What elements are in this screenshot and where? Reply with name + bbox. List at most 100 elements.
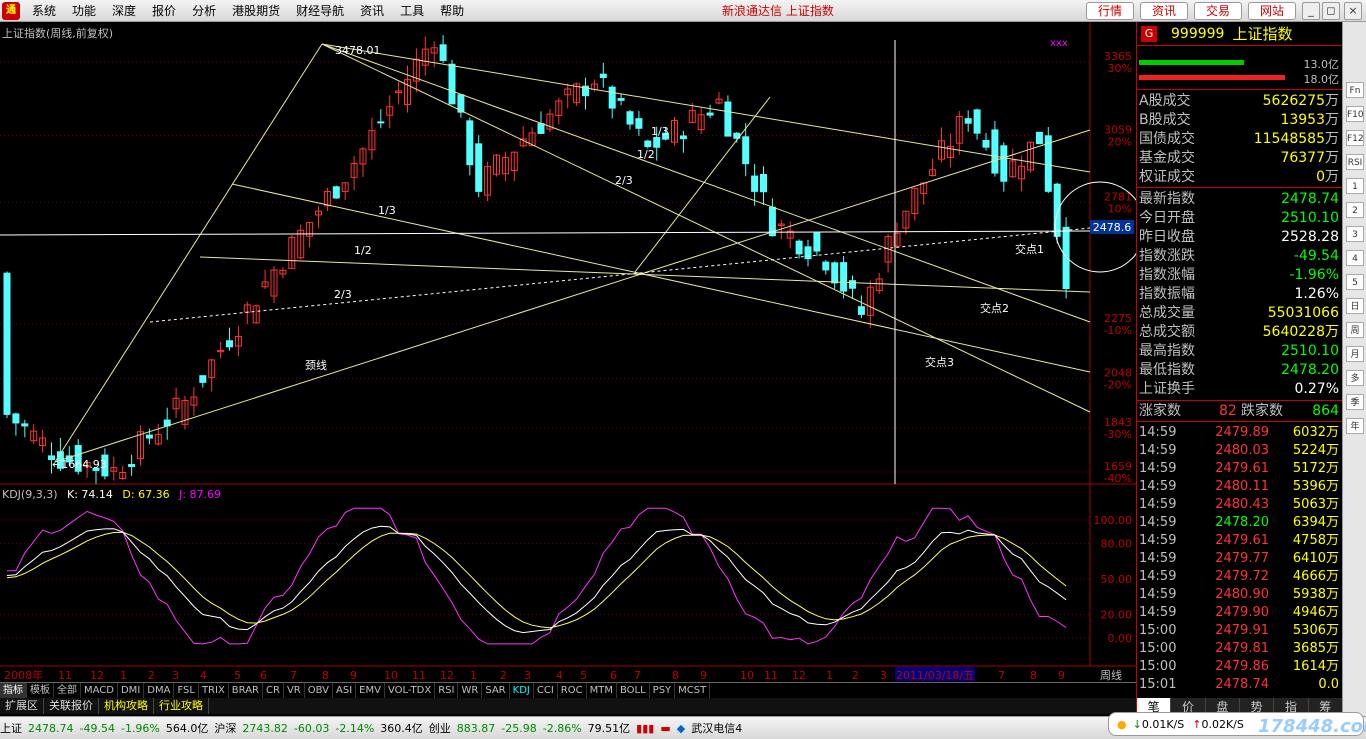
toolbar-button-8[interactable]: 5 [1346,274,1364,290]
toolbar-button-11[interactable]: 月 [1346,346,1364,362]
chart-panel[interactable]: 3365 30% 3059 20% 2781 10% 2275 -10% 2048 -20% 184… [0,22,1136,684]
minimize-icon[interactable]: _ [1302,2,1320,20]
candle-body [760,174,767,193]
kline-chart[interactable]: 336530%305920%278110%2275-10%2048-20%184… [0,22,1136,682]
tick-row[interactable]: 15:00 2479.81 3685万 [1137,640,1343,658]
menu-item-1[interactable]: 功能 [64,0,104,22]
indicator-tab-13[interactable]: EMV [356,683,385,698]
toolbar-button-4[interactable]: 1 [1346,178,1364,194]
indicator-tab-14[interactable]: VOL-TDX [385,683,436,698]
tick-time: 14:59 [1139,515,1177,530]
flag-icon[interactable]: ▬ [660,722,670,735]
indicator-tab-19[interactable]: CCI [534,683,558,698]
toolbar-button-12[interactable]: 多 [1346,370,1364,386]
market-button[interactable]: 行情 [1086,2,1134,20]
row-unit: 万 [1325,169,1339,185]
row-unit: 万 [1325,112,1339,128]
sub-tab-1[interactable]: 关联报价 [44,698,99,714]
tick-price: 2480.11 [1215,479,1269,494]
tick-row[interactable]: 14:59 2479.90 4946万 [1137,604,1343,622]
indicator-tab-8[interactable]: BRAR [229,683,263,698]
toolbar-button-14[interactable]: 年 [1346,418,1364,434]
toolbar-button-1[interactable]: F10 [1346,106,1364,122]
menu-item-7[interactable]: 资讯 [352,0,392,22]
tick-row[interactable]: 14:59 2479.77 6410万 [1137,550,1343,568]
tick-row[interactable]: 14:59 2480.03 5224万 [1137,442,1343,460]
indicator-tab-9[interactable]: CR [263,683,284,698]
menu-item-4[interactable]: 分析 [184,0,224,22]
indicator-tab-23[interactable]: PSY [650,683,676,698]
indicator-tab-11[interactable]: OBV [305,683,333,698]
tick-row[interactable]: 15:00 2479.91 5306万 [1137,622,1343,640]
time-label: 2008年 [4,668,43,682]
alert-icon[interactable]: ◆ [677,722,685,735]
indicator-tab-18[interactable]: KDJ [510,683,534,698]
indicator-tab-7[interactable]: TRIX [199,683,229,698]
time-label: 12 [90,669,104,682]
tick-row[interactable]: 14:59 2479.89 6032万 [1137,424,1343,442]
indicator-tab-6[interactable]: FSL [174,683,199,698]
time-label: 8 [322,669,329,682]
row-number: 0 [1316,169,1325,185]
indicator-tab-17[interactable]: SAR [482,683,510,698]
menu-item-6[interactable]: 财经导航 [288,0,352,22]
g-icon[interactable]: G [1141,25,1157,42]
menu-item-9[interactable]: 帮助 [432,0,472,22]
indicator-tab-10[interactable]: VR [284,683,305,698]
indicator-tab-16[interactable]: WR [458,683,483,698]
indicator-tab-12[interactable]: ASI [333,683,357,698]
candle-body [644,140,652,148]
row-number: 11548585 [1253,131,1325,147]
close-icon[interactable]: × [1344,2,1362,20]
menu-item-2[interactable]: 深度 [104,0,144,22]
indicator-tab-2[interactable]: 全部 [54,683,81,698]
toolbar-button-0[interactable]: Fn [1346,82,1364,98]
indicator-tab-1[interactable]: 模板 [27,683,54,698]
maximize-icon[interactable]: ◻ [1322,2,1340,20]
tick-row[interactable]: 14:59 2480.43 5063万 [1137,496,1343,514]
toolbar-button-6[interactable]: 3 [1346,226,1364,242]
tick-row[interactable]: 14:59 2480.90 5938万 [1137,586,1343,604]
sub-tab-3[interactable]: 行业攻略 [154,698,209,714]
sell-volume-bar: 18.0亿 [1137,71,1343,86]
tick-row[interactable]: 15:01 2478.74 0.0 [1137,676,1343,694]
toolbar-button-13[interactable]: 季 [1346,394,1364,410]
sub-tab-0[interactable]: 扩展区 [0,698,44,714]
tick-row[interactable]: 14:59 2479.61 5172万 [1137,460,1343,478]
toolbar-button-7[interactable]: 4 [1346,250,1364,266]
menu-item-5[interactable]: 港股期货 [224,0,288,22]
toolbar-button-10[interactable]: 周 [1346,322,1364,338]
index-row: 今日开盘 2510.10 [1137,209,1343,228]
website-button[interactable]: 网站 [1248,2,1296,20]
news-ticker[interactable]: 武汉电信4 [691,720,742,736]
time-label: 1 [120,669,127,682]
sub-tab-2[interactable]: 机构攻略 [99,698,154,714]
indicator-tab-21[interactable]: MTM [587,683,617,698]
indicator-tab-0[interactable]: 指标 [0,683,27,698]
menu-item-3[interactable]: 报价 [144,0,184,22]
menu-item-0[interactable]: 系统 [24,0,64,22]
indicator-tab-20[interactable]: ROC [558,683,587,698]
indicator-tab-24[interactable]: MCST [675,683,711,698]
menu-item-8[interactable]: 工具 [392,0,432,22]
candle-body [439,44,447,61]
toolbar-button-5[interactable]: 2 [1346,202,1364,218]
bar-chart-icon[interactable]: ▮▮▮ [636,722,654,735]
tick-row[interactable]: 14:59 2479.72 4666万 [1137,568,1343,586]
info-button[interactable]: 资讯 [1140,2,1188,20]
tick-row[interactable]: 15:00 2479.86 1614万 [1137,658,1343,676]
toolbar-button-3[interactable]: RSI [1346,154,1364,170]
toolbar-button-2[interactable]: F12 [1346,130,1364,146]
tick-row[interactable]: 14:59 2479.61 4758万 [1137,532,1343,550]
indicator-tab-4[interactable]: DMI [118,683,145,698]
tick-row[interactable]: 14:59 2478.20 6394万 [1137,514,1343,532]
tick-row[interactable]: 14:59 2480.11 5396万 [1137,478,1343,496]
indicator-tab-5[interactable]: DMA [144,683,175,698]
trade-button[interactable]: 交易 [1194,2,1242,20]
toolbar-button-9[interactable]: 日 [1346,298,1364,314]
indicator-tab-22[interactable]: BOLL [617,683,650,698]
annotation-label: 交点3 [925,355,954,369]
indicator-tab-15[interactable]: RSI [435,683,459,698]
indicator-tab-3[interactable]: MACD [81,683,118,698]
kdj-k: K: 74.14 [67,488,113,501]
